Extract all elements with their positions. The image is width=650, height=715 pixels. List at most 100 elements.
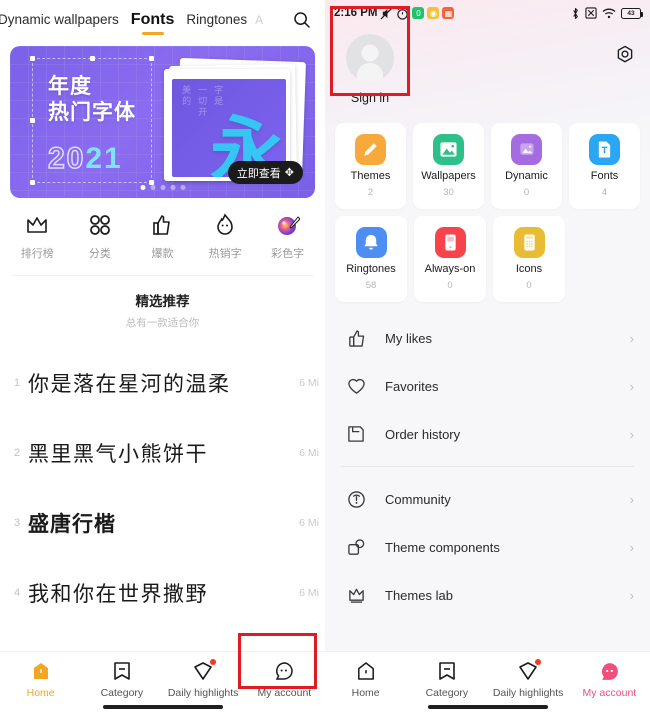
category-shortcut-row: 排行榜 分类 爆款 热销字 彩色字 [0, 198, 325, 269]
tile-wallpapers[interactable]: Wallpapers 30 [413, 123, 484, 209]
banner-dot[interactable] [140, 185, 145, 190]
chevron-right-icon: › [629, 539, 634, 555]
category-icon [436, 660, 458, 682]
nav-item-my-account-label: My account [582, 687, 637, 699]
banner-dot[interactable] [170, 185, 175, 190]
nav-item-daily-highlights-label: Daily highlights [492, 687, 564, 699]
left-phone-screen: Dynamic wallpapers Fonts Ringtones A 年度 [0, 0, 325, 715]
nav-item-category[interactable]: Category [81, 660, 162, 699]
search-icon[interactable] [287, 5, 317, 35]
banner-dot[interactable] [180, 185, 185, 190]
font-rank: 1 [14, 377, 21, 389]
banner-year-suffix: 21 [85, 142, 123, 175]
category-colorful[interactable]: 彩色字 [256, 212, 319, 261]
list-item[interactable]: 3 盛唐行楷 6 Mi [0, 488, 325, 558]
image-icon [433, 134, 464, 165]
cursor-icon: ✥ [284, 167, 294, 179]
account-icon [273, 660, 295, 682]
nav-item-category-label: Category [100, 687, 144, 699]
menu-item-favorites[interactable]: Favorites › [325, 362, 650, 410]
banner-headline-line2: 热门字体 [48, 101, 136, 125]
tile-fonts-count: 4 [601, 187, 608, 198]
menu-item-order-history[interactable]: Order history › [325, 410, 650, 458]
category-classification[interactable]: 分类 [69, 212, 132, 261]
list-item[interactable]: 4 我和你在世界撒野 6 Mi [0, 558, 325, 628]
nav-item-home-label: Home [26, 687, 55, 699]
tile-always-on[interactable]: Always-on 0 [414, 216, 486, 302]
category-ranking-label: 排行榜 [20, 248, 54, 260]
banner-cta-label: 立即查看 [236, 167, 281, 180]
tile-fonts-label: Fonts [590, 170, 619, 182]
tile-ringtones[interactable]: Ringtones 58 [335, 216, 407, 302]
nav-item-daily-highlights[interactable]: Daily highlights [488, 659, 569, 699]
chevron-right-icon: › [629, 426, 634, 442]
menu-item-my-likes[interactable]: My likes › [325, 314, 650, 362]
status-badge [210, 659, 217, 665]
banner-cta-button[interactable]: 立即查看 ✥ [227, 161, 303, 184]
font-size: 6 Mi [299, 377, 319, 389]
content-tiles: Themes 2 Wallpapers 30 Dynamic 0 Fonts 4… [325, 105, 650, 302]
tab-fonts[interactable]: Fonts [125, 0, 181, 40]
chevron-right-icon: › [629, 491, 634, 507]
nav-item-my-account[interactable]: My account [244, 660, 325, 699]
category-colorful-label: 彩色字 [271, 248, 305, 260]
nav-item-daily-highlights[interactable]: Daily highlights [163, 659, 244, 699]
category-bestseller[interactable]: 热销字 [194, 212, 257, 261]
tab-fonts-label: Fonts [130, 11, 175, 28]
app-orange-icon: ▦ [442, 7, 455, 19]
nav-item-category[interactable]: Category [406, 660, 487, 699]
components-icon [347, 538, 369, 557]
category-ranking[interactable]: 排行榜 [6, 212, 69, 261]
app-yellow-icon: ◉ [427, 7, 440, 19]
tab-more[interactable]: A [253, 0, 265, 40]
banner-pagination-dots [140, 185, 185, 190]
tile-themes-count: 2 [367, 187, 374, 198]
palette-icon [275, 212, 301, 238]
chevron-right-icon: › [629, 587, 634, 603]
status-bar-time: 2:16 PM [334, 7, 378, 19]
tile-fonts[interactable]: Fonts 4 [569, 123, 640, 209]
gear-icon[interactable] [612, 42, 638, 68]
tile-row-1: Themes 2 Wallpapers 30 Dynamic 0 Fonts 4 [335, 123, 640, 209]
icon-grid-icon [513, 227, 545, 258]
nav-item-daily-highlights-label: Daily highlights [167, 687, 239, 699]
tile-ringtones-count: 58 [365, 280, 377, 291]
menu-item-community[interactable]: Community › [325, 475, 650, 523]
nav-item-home[interactable]: Home [0, 660, 81, 699]
tile-dynamic[interactable]: Dynamic 0 [491, 123, 562, 209]
featured-section-header: 精选推荐 总有一款适合你 [0, 276, 325, 334]
tile-ringtones-label: Ringtones [346, 263, 396, 275]
nav-item-category-label: Category [425, 687, 469, 699]
chevron-right-icon: › [629, 378, 634, 394]
tab-ringtones[interactable]: Ringtones [180, 0, 253, 40]
list-item[interactable]: 1 你是落在星河的温柔 6 Mi [0, 348, 325, 418]
sign-in-block[interactable]: Sign in [337, 34, 403, 105]
sign-in-label: Sign in [350, 91, 390, 105]
tab-dynamic-wallpapers[interactable]: Dynamic wallpapers [0, 0, 125, 40]
nav-item-my-account[interactable]: My account [569, 660, 650, 699]
category-hot[interactable]: 爆款 [131, 212, 194, 261]
tile-themes[interactable]: Themes 2 [335, 123, 406, 209]
app-green-icon: 0 [412, 7, 425, 19]
banner-dot[interactable] [150, 185, 155, 190]
font-sample: 黑里黑气小熊饼干 [28, 442, 208, 466]
nav-item-home[interactable]: Home [325, 660, 406, 699]
status-bar-right: 43 [571, 7, 643, 20]
heart-icon [347, 377, 369, 395]
dual-screenshot-container: Dynamic wallpapers Fonts Ringtones A 年度 [0, 0, 650, 715]
page-title: 精选推荐 [135, 294, 190, 309]
menu-item-my-likes-label: My likes [385, 330, 432, 346]
banner-dot[interactable] [160, 185, 165, 190]
diamond-icon [192, 659, 217, 682]
mute-icon [380, 6, 393, 20]
tab-active-underline [141, 32, 164, 35]
promo-banner[interactable]: 年度 热门字体 2021 美的 一切开 字是 永 立即查看 ✥ [10, 46, 315, 198]
list-item[interactable]: 2 黑里黑气小熊饼干 6 Mi [0, 418, 325, 488]
menu-item-theme-components[interactable]: Theme components › [325, 523, 650, 571]
tile-icons[interactable]: Icons 0 [493, 216, 565, 302]
menu-item-themes-lab[interactable]: Themes lab › [325, 571, 650, 619]
profile-header: Sign in [325, 26, 650, 105]
flame-icon [212, 212, 238, 238]
top-tab-bar: Dynamic wallpapers Fonts Ringtones A [0, 0, 325, 40]
banner-card-text-col3: 字是 [213, 85, 224, 107]
